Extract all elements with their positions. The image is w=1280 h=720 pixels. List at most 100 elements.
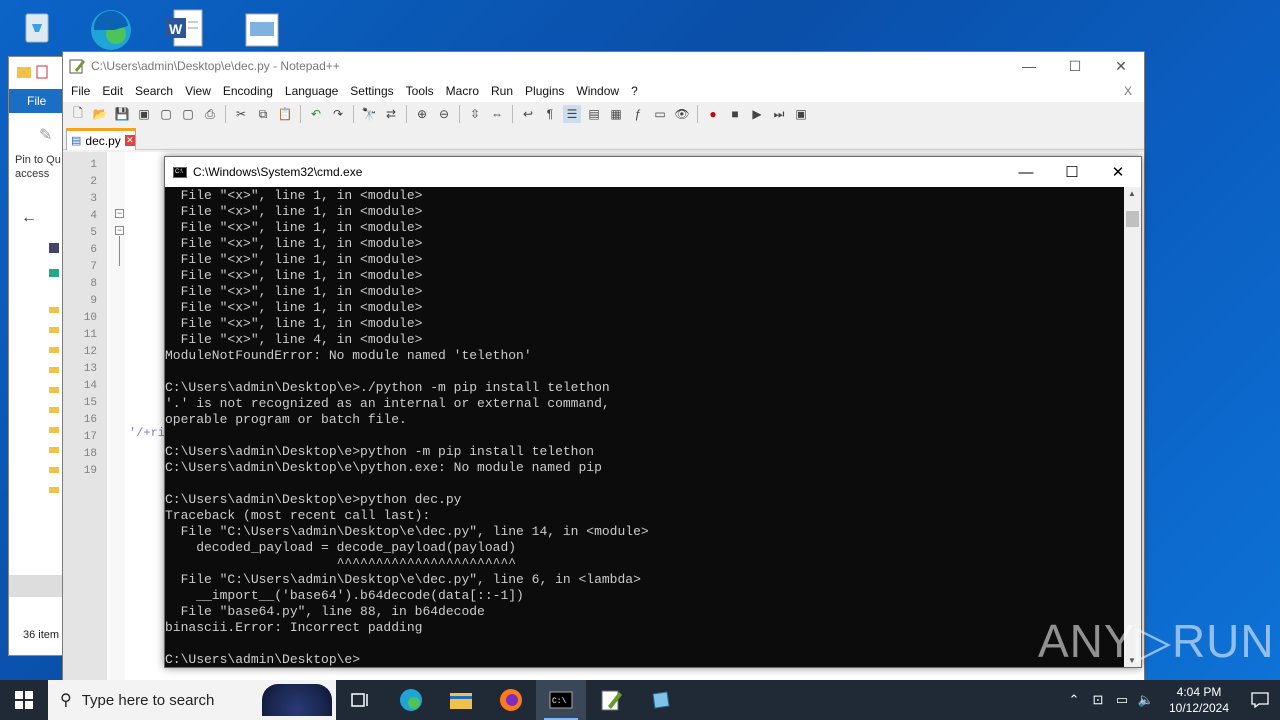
menu-encoding[interactable]: Encoding [217,84,279,98]
console-output[interactable]: File "<x>", line 1, in <module> File "<x… [165,187,1125,667]
file-explorer-icon[interactable] [436,680,486,720]
line-number: 19 [83,465,97,477]
scroll-thumb[interactable] [1126,211,1139,227]
line-number-gutter: 1 2 3 4 5 6 7 8 9 10 11 12 13 14 15 16 1… [63,152,107,680]
cmd-maximize-button[interactable]: ☐ [1049,157,1095,187]
cmd-titlebar[interactable]: C:\ C:\Windows\System32\cmd.exe [165,157,1141,187]
tab-dec-py[interactable]: ▤ dec.py ✕ [66,128,136,150]
notepad-icon[interactable] [636,680,686,720]
line-number: 8 [90,278,97,290]
menu-bar: File Edit Search View Encoding Language … [63,80,1144,102]
network-device-icon[interactable]: ⊡ [1086,692,1110,708]
zoom-in-icon[interactable]: ⊕ [413,105,431,123]
menu-view[interactable]: View [179,84,217,98]
redo-icon[interactable]: ↷ [329,105,347,123]
cmd-scrollbar[interactable]: ▲ ▼ [1124,187,1141,667]
folder-as-workspace-icon[interactable]: ▭ [651,105,669,123]
firefox-icon[interactable] [486,680,536,720]
menu-macro[interactable]: Macro [440,84,485,98]
taskbar-search[interactable]: ⚲ Type here to search [48,680,336,720]
paste-icon[interactable]: 📋 [276,105,294,123]
play-macro-icon[interactable]: ▶ [748,105,766,123]
menu-language[interactable]: Language [279,84,344,98]
replace-icon[interactable]: ⇄ [382,105,400,123]
function-list-icon[interactable]: ƒ [629,105,647,123]
copy-icon[interactable]: ⧉ [254,105,272,123]
edge-icon[interactable] [86,6,131,50]
find-icon[interactable]: 🔭 [360,105,378,123]
start-button[interactable] [0,680,48,720]
close-document-button[interactable]: X [1118,84,1138,98]
notification-icon[interactable] [1240,692,1280,708]
menu-help[interactable]: ? [625,84,644,98]
clock[interactable]: 4:04 PM 10/12/2024 [1158,684,1240,716]
undo-icon[interactable]: ↶ [307,105,325,123]
explorer-file-tab[interactable]: File [9,89,65,113]
sync-horizontal-icon[interactable]: ⇔ [488,105,506,123]
task-view-icon[interactable] [336,680,386,720]
line-number: 5 [90,227,97,239]
new-file-icon[interactable]: 🗋 [69,105,87,123]
chevron-up-icon[interactable]: ⌃ [1062,692,1086,708]
notepadpp-titlebar[interactable]: C:\Users\admin\Desktop\e\dec.py - Notepa… [63,52,1144,80]
menu-settings[interactable]: Settings [344,84,399,98]
word-wrap-icon[interactable]: ↩ [519,105,537,123]
line-number: 7 [90,261,97,273]
maximize-button[interactable]: ☐ [1052,52,1098,80]
stop-macro-icon[interactable]: ■ [726,105,744,123]
save-all-icon[interactable]: ▣ [135,105,153,123]
explorer-header [9,57,67,87]
line-number: 18 [83,448,97,460]
menu-run[interactable]: Run [485,84,519,98]
cmd-close-button[interactable]: ✕ [1095,157,1141,187]
code-line-11: '/+ri [129,426,166,440]
svg-text:W: W [169,21,183,37]
cmd-minimize-button[interactable]: — [1003,157,1049,187]
fold-toggle-icon[interactable]: − [115,226,124,235]
menu-plugins[interactable]: Plugins [519,84,570,98]
image-file-icon[interactable] [240,6,284,50]
minimize-button[interactable]: — [1006,52,1052,80]
line-number: 12 [83,346,97,358]
show-all-chars-icon[interactable]: ¶ [541,105,559,123]
save-icon[interactable]: 💾 [113,105,131,123]
sync-vertical-icon[interactable]: ⇳ [466,105,484,123]
edge-icon[interactable] [386,680,436,720]
scroll-up-icon[interactable]: ▲ [1128,189,1136,198]
close-button[interactable]: ✕ [1098,52,1144,80]
menu-search[interactable]: Search [129,84,179,98]
tree-item-icon[interactable] [49,243,59,253]
volume-icon[interactable]: 🔈 [1134,692,1158,708]
network-icon[interactable]: ▭ [1110,692,1134,708]
menu-tools[interactable]: Tools [400,84,440,98]
word-doc-icon[interactable]: W [164,6,208,50]
cut-icon[interactable]: ✂ [232,105,250,123]
back-arrow-icon[interactable]: ← [21,209,37,227]
explorer-scrollbar[interactable] [9,575,65,597]
document-map-icon[interactable]: ▦ [607,105,625,123]
zoom-out-icon[interactable]: ⊖ [435,105,453,123]
folder-workspace-icon[interactable]: ▤ [585,105,603,123]
open-file-icon[interactable]: 📂 [91,105,109,123]
close-file-icon[interactable]: ▢ [157,105,175,123]
menu-window[interactable]: Window [570,84,625,98]
svg-text:C:\: C:\ [552,697,567,706]
record-macro-icon[interactable]: ● [704,105,722,123]
tab-close-icon[interactable]: ✕ [124,135,135,146]
print-icon[interactable]: ⎙ [201,105,219,123]
tree-item-icon[interactable] [49,269,59,277]
notepadpp-icon[interactable] [586,680,636,720]
run-macro-multiple-icon[interactable]: ⏭ [770,105,788,123]
search-icon: ⚲ [60,692,72,709]
close-all-icon[interactable]: ▢ [179,105,197,123]
fold-toggle-icon[interactable]: − [115,209,124,218]
monitoring-icon[interactable]: 👁 [673,105,691,123]
menu-file[interactable]: File [65,84,96,98]
save-macro-icon[interactable]: ▣ [792,105,810,123]
anyrun-watermark: ANY▷RUN [1038,615,1275,667]
recycle-bin-icon[interactable] [16,6,60,50]
indent-guide-icon[interactable]: ☰ [563,105,581,123]
pin-icon: ✎ [39,127,53,144]
menu-edit[interactable]: Edit [96,84,129,98]
cmd-icon[interactable]: C:\ [536,680,586,720]
